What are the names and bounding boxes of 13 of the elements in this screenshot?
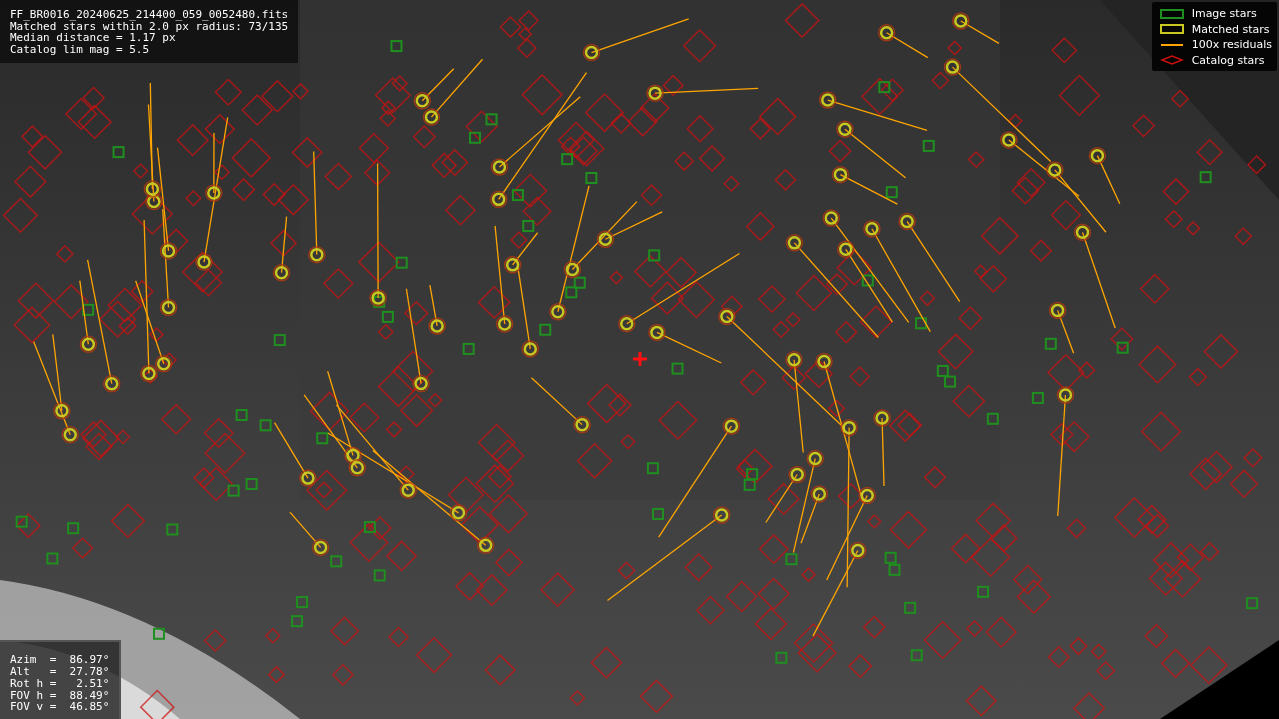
legend-label: Image stars xyxy=(1191,7,1257,21)
info-text: Rot h = 2.51° xyxy=(10,677,110,690)
info-text: Alt = 27.78° xyxy=(10,666,110,678)
info-text: FOV h = 88.49° xyxy=(10,689,110,702)
info-text: Median distance = 1.17 px xyxy=(10,32,176,45)
info-text: FOV v = 46.85° xyxy=(10,701,110,713)
info-text: Matched stars within 2.0 px radius: 73/135 xyxy=(10,20,289,33)
info-text: FF_BR0016_20240625_214400_059_0052480.fits xyxy=(10,9,289,21)
legend-label: Catalog stars xyxy=(1191,53,1265,67)
info-text: Azim = 86.97° xyxy=(10,654,110,667)
legend-label: Matched stars xyxy=(1191,22,1270,36)
legend-label: 100x residuals xyxy=(1191,38,1272,52)
info-text: Catalog lim mag = 5.5 xyxy=(10,44,151,56)
